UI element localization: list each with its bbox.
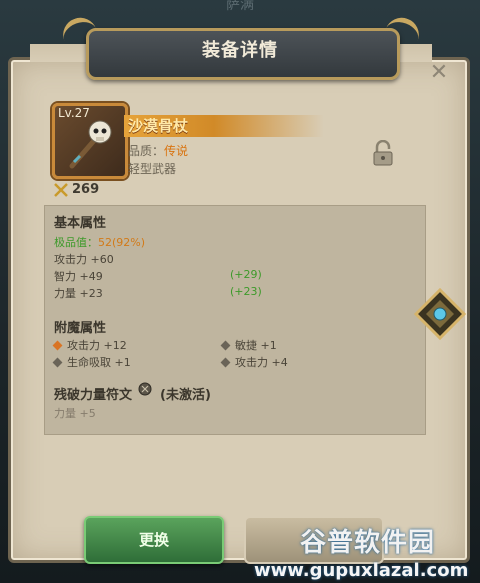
enchant-item-2: 敏捷 +1 — [220, 337, 277, 353]
enchant-attributes-title: 附魔属性 — [54, 321, 107, 336]
close-button[interactable]: ✕ — [428, 62, 450, 84]
excellence-label: 极品值： — [54, 236, 98, 249]
stat-intellect: 智力 +49 — [54, 270, 103, 283]
rune-status: (未激活) — [160, 388, 211, 403]
stat-strength: 力量 +23 — [54, 287, 103, 300]
rune-stone-icon — [138, 382, 152, 396]
enchant-text-4: 攻击力 +4 — [235, 356, 288, 369]
item-type: 轻型武器 — [128, 162, 177, 176]
next-item-arrow-icon[interactable] — [412, 286, 468, 342]
rune-title: 残破力量符文 — [54, 388, 133, 403]
item-quality: 品质：传说 — [128, 142, 188, 159]
enchant-diamond-icon — [220, 357, 231, 368]
stat-strength-bonus: (+23) — [230, 285, 262, 298]
skull-staff-icon — [69, 120, 112, 169]
excellence-line: 极品值：52(92%) — [54, 234, 145, 250]
rune-effect: 力量 +5 — [54, 407, 96, 420]
background-title: 萨满 — [226, 0, 254, 13]
quality-label: 品质： — [128, 144, 165, 158]
stat-intellect-bonus: (+29) — [230, 268, 262, 281]
watermark-url: www.gupuxlazal.com — [254, 560, 469, 581]
enchant-text-1: 攻击力 +12 — [67, 339, 127, 352]
gear-score: 269 — [72, 182, 100, 197]
enchant-diamond-icon — [52, 357, 63, 368]
enchant-diamond-icon — [220, 340, 231, 351]
excellence-value: 52(92%) — [98, 236, 146, 249]
enchant-diamond-icon — [52, 340, 63, 351]
enchant-text-3: 生命吸取 +1 — [67, 356, 131, 369]
enchant-text-2: 敏捷 +1 — [235, 339, 277, 352]
crossed-swords-icon — [54, 183, 68, 197]
quality-value: 传说 — [164, 144, 189, 158]
lock-icon[interactable] — [372, 140, 394, 166]
dialog-title: 装备详情 — [202, 40, 278, 61]
close-icon: ✕ — [429, 60, 449, 85]
replace-button[interactable]: 更换 — [84, 516, 224, 564]
enchant-item-4: 攻击力 +4 — [220, 354, 288, 370]
basic-attributes-title: 基本属性 — [54, 216, 107, 231]
enchant-item-3: 生命吸取 +1 — [52, 354, 131, 370]
enchant-item-1: 攻击力 +12 — [52, 337, 127, 353]
item-name: 沙漠骨杖 — [128, 117, 189, 135]
stat-attack: 攻击力 +60 — [54, 253, 114, 266]
watermark-brand: 谷普软件园 — [300, 528, 436, 558]
